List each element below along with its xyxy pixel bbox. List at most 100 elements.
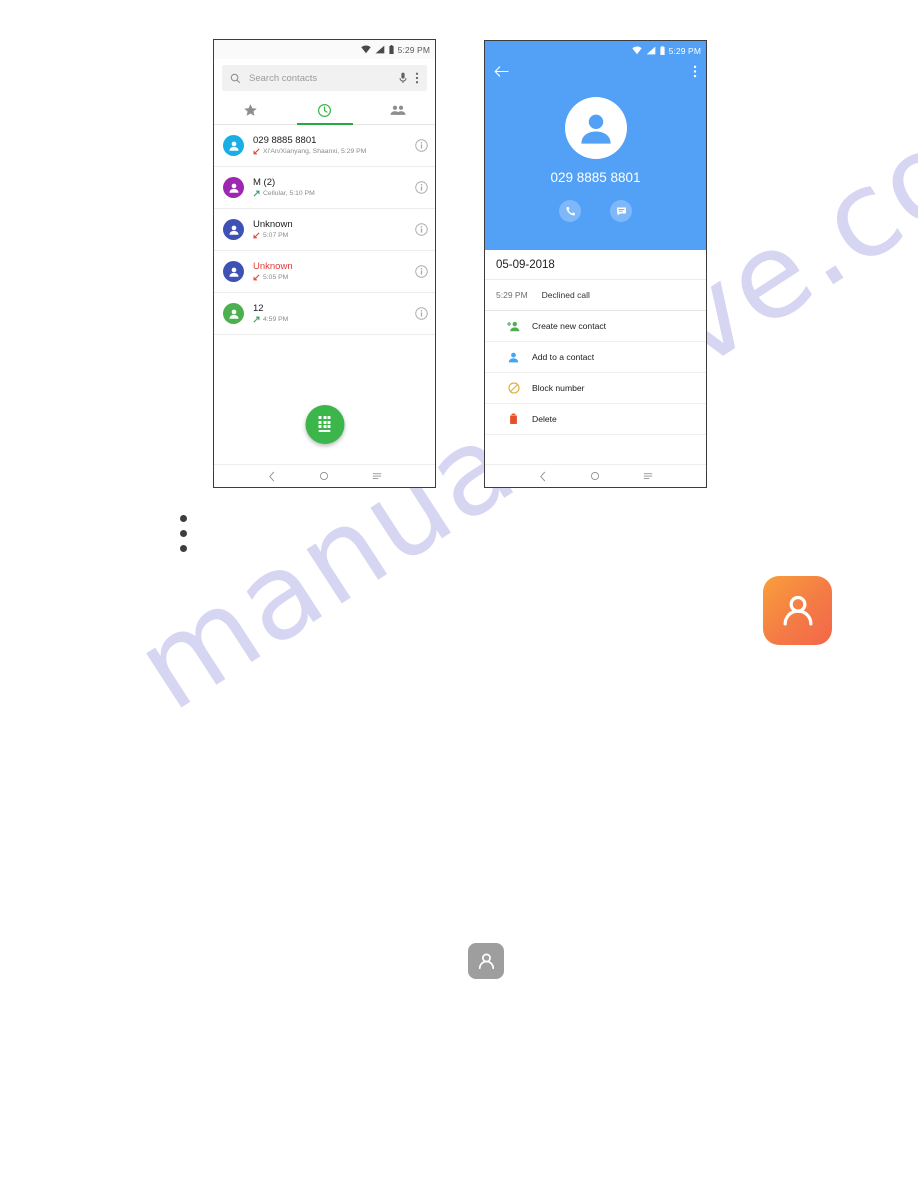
person-icon xyxy=(228,267,239,277)
info-icon[interactable] xyxy=(415,181,428,194)
phone-icon xyxy=(565,206,575,215)
info-icon[interactable] xyxy=(415,223,428,236)
wifi-icon xyxy=(631,46,642,55)
battery-icon xyxy=(660,46,665,55)
person-icon xyxy=(228,141,239,151)
call-detail-text: 5:05 PM xyxy=(263,273,289,281)
home-icon[interactable] xyxy=(319,471,329,481)
menu-item-label: Add to a contact xyxy=(532,352,595,362)
table-row[interactable]: 12 4:59 PM xyxy=(214,293,435,335)
message-icon xyxy=(616,206,626,215)
menu-item-label: Create new contact xyxy=(532,321,607,331)
person-add-icon xyxy=(507,321,520,332)
back-icon[interactable] xyxy=(539,471,547,482)
call-detail-type: Declined call xyxy=(541,290,590,300)
person-icon xyxy=(478,953,494,969)
call-detail: 5:05 PM xyxy=(253,273,406,283)
microphone-icon[interactable] xyxy=(399,72,407,84)
person-icon xyxy=(507,352,520,363)
call-text: Unknown 5:05 PM xyxy=(253,261,406,283)
call-detail-text: 5:07 PM xyxy=(263,231,289,239)
search-bar[interactable]: Search contacts xyxy=(222,65,427,91)
menu-item-block-number[interactable]: Block number xyxy=(485,373,706,404)
call-log-list: 029 8885 8801 Xi'An/Xianyang, Shaanxi, 5… xyxy=(214,125,435,335)
table-row[interactable]: Unknown 5:07 PM xyxy=(214,209,435,251)
signal-icon xyxy=(646,46,655,55)
contact-number: 029 8885 8801 xyxy=(550,170,641,185)
phone-screenshot-call-log: 5:29 PM Search contacts 029 8885 8801 Xi… xyxy=(213,39,436,488)
wifi-icon xyxy=(360,45,371,54)
phone-screenshot-call-detail: 5:29 PM 029 8885 8801 05-09-2018 5:29 PM… xyxy=(484,40,707,488)
search-icon xyxy=(230,73,241,83)
call-detail-date: 05-09-2018 xyxy=(485,250,706,280)
list-item xyxy=(180,515,187,522)
star-icon xyxy=(244,104,258,116)
search-input[interactable]: Search contacts xyxy=(249,73,391,84)
call-button[interactable] xyxy=(559,200,581,222)
avatar xyxy=(223,135,244,156)
info-icon[interactable] xyxy=(415,265,428,278)
back-arrow-icon[interactable] xyxy=(494,65,509,78)
contacts-app-icon-grey xyxy=(468,943,504,979)
avatar xyxy=(223,303,244,324)
home-icon[interactable] xyxy=(590,471,600,481)
incoming-call-icon xyxy=(253,148,260,155)
status-bar: 5:29 PM xyxy=(485,41,706,60)
contact-header: 029 8885 8801 xyxy=(485,60,706,250)
overflow-menu-icon[interactable] xyxy=(415,72,419,84)
table-row[interactable]: 029 8885 8801 Xi'An/Xianyang, Shaanxi, 5… xyxy=(214,125,435,167)
signal-icon xyxy=(375,45,384,54)
battery-icon xyxy=(389,45,394,54)
menu-item-create-new-contact[interactable]: Create new contact xyxy=(485,311,706,342)
trash-icon xyxy=(507,413,520,425)
menu-item-label: Block number xyxy=(532,383,585,393)
person-icon xyxy=(580,114,611,144)
call-detail-time: 5:29 PM xyxy=(496,290,528,300)
bullet-list xyxy=(180,515,187,560)
status-bar-time: 5:29 PM xyxy=(397,44,430,55)
call-text: 12 4:59 PM xyxy=(253,303,406,325)
outgoing-call-icon xyxy=(253,190,260,197)
info-icon[interactable] xyxy=(415,139,428,152)
status-bar-time: 5:29 PM xyxy=(668,45,701,56)
avatar xyxy=(223,261,244,282)
android-nav-bar xyxy=(214,464,435,487)
call-detail-text: 4:59 PM xyxy=(263,315,289,323)
info-icon[interactable] xyxy=(415,307,428,320)
call-text: Unknown 5:07 PM xyxy=(253,219,406,241)
message-button[interactable] xyxy=(610,200,632,222)
table-row[interactable]: Unknown 5:05 PM xyxy=(214,251,435,293)
table-row[interactable]: M (2) Cellular, 5:10 PM xyxy=(214,167,435,209)
missed-call-icon xyxy=(253,274,260,281)
call-name: M (2) xyxy=(253,176,276,188)
tab-underline xyxy=(296,123,353,125)
dialpad-fab[interactable] xyxy=(305,405,344,444)
person-icon xyxy=(783,595,812,625)
back-icon[interactable] xyxy=(268,471,276,482)
clock-icon xyxy=(317,103,332,118)
tab-favorites[interactable] xyxy=(214,97,288,124)
person-icon xyxy=(228,183,239,193)
list-item xyxy=(180,545,187,552)
contact-actions xyxy=(485,200,706,222)
call-detail: Cellular, 5:10 PM xyxy=(253,189,406,199)
overflow-menu-icon[interactable] xyxy=(693,65,697,78)
call-name: 12 xyxy=(253,302,264,314)
call-name: Unknown xyxy=(253,218,293,230)
outgoing-call-icon xyxy=(253,316,260,323)
recents-icon[interactable] xyxy=(643,472,653,481)
call-detail-entry: 5:29 PM Declined call xyxy=(485,280,706,311)
recents-icon[interactable] xyxy=(372,472,382,481)
avatar xyxy=(564,97,627,159)
avatar xyxy=(223,177,244,198)
call-detail-text: Xi'An/Xianyang, Shaanxi, 5:29 PM xyxy=(263,147,367,155)
avatar xyxy=(223,219,244,240)
menu-item-add-to-a-contact[interactable]: Add to a contact xyxy=(485,342,706,373)
list-item xyxy=(180,530,187,537)
call-name: Unknown xyxy=(253,260,293,272)
block-icon xyxy=(507,382,520,394)
tab-contacts[interactable] xyxy=(361,97,435,124)
menu-item-delete[interactable]: Delete xyxy=(485,404,706,435)
tab-recents[interactable] xyxy=(288,97,362,125)
header-toolbar xyxy=(485,60,706,78)
